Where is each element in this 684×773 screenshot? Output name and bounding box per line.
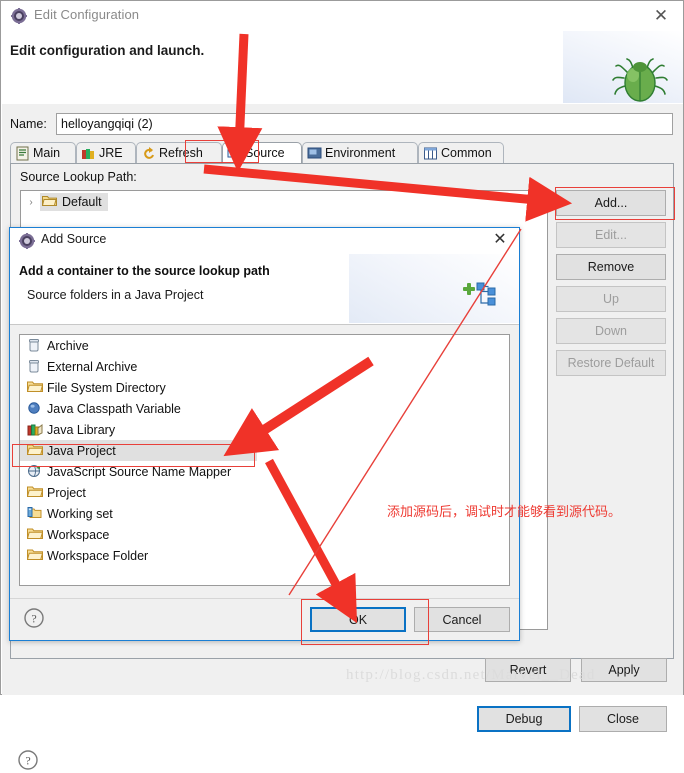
- tree-row[interactable]: › Default: [22, 192, 108, 212]
- refresh-tab-icon: [141, 146, 156, 161]
- window-title: Edit Configuration: [34, 7, 140, 22]
- folder-icon: [26, 380, 47, 396]
- folder-icon: [26, 548, 47, 564]
- javascript-icon: [27, 464, 47, 480]
- list-item-java-project[interactable]: Java Project: [20, 440, 257, 461]
- tab-label: Environment: [325, 146, 396, 160]
- add-source-header: Add a container to the source lookup pat…: [10, 254, 519, 325]
- tab-label: Main: [33, 146, 61, 160]
- source-lookup-path-label: Source Lookup Path:: [20, 170, 137, 184]
- svg-text:?: ?: [25, 754, 30, 768]
- list-item-label: JavaScript Source Name Mapper: [47, 464, 232, 479]
- working-set-icon: [27, 506, 47, 522]
- list-item-label: Archive: [47, 338, 89, 353]
- dialog-header: Edit configuration and launch.: [2, 31, 683, 105]
- tab-source[interactable]: Source: [222, 142, 302, 164]
- close-button[interactable]: Close: [579, 706, 667, 732]
- jre-tab-icon: [81, 146, 96, 161]
- tab-common[interactable]: Common: [418, 142, 504, 164]
- tab-bar: Main JRE Refresh Source Environment Comm…: [10, 142, 674, 164]
- tree-item-default[interactable]: Default: [40, 193, 108, 211]
- list-item[interactable]: External Archive: [20, 356, 509, 377]
- close-icon[interactable]: ✕: [649, 5, 673, 27]
- tab-label: JRE: [99, 146, 123, 160]
- list-item[interactable]: File System Directory: [20, 377, 509, 398]
- list-item[interactable]: JavaScript Source Name Mapper: [20, 461, 509, 482]
- debug-button[interactable]: Debug: [477, 706, 571, 732]
- restore-default-button: Restore Default: [556, 350, 666, 376]
- list-item-label: Workspace Folder: [47, 548, 149, 563]
- tree-item-label: Default: [62, 195, 102, 209]
- list-item[interactable]: Working set: [20, 503, 509, 524]
- list-item-label: Java Library: [47, 422, 116, 437]
- add-source-heading: Add a container to the source lookup pat…: [19, 264, 270, 278]
- remove-button[interactable]: Remove: [556, 254, 666, 280]
- variable-icon: [27, 401, 47, 417]
- list-item[interactable]: Workspace: [20, 524, 509, 545]
- add-button[interactable]: Add...: [556, 190, 666, 216]
- source-tab-icon: [227, 146, 242, 161]
- gear-icon: [19, 233, 35, 249]
- name-row: Name:: [10, 113, 674, 137]
- archive-icon: [27, 338, 47, 354]
- list-item-label: External Archive: [47, 359, 138, 374]
- list-item-label: File System Directory: [47, 380, 166, 395]
- add-container-icon: [463, 277, 497, 309]
- help-icon[interactable]: ?: [18, 750, 38, 770]
- window-titlebar: Edit Configuration ✕: [1, 1, 683, 31]
- green-bug-icon: [611, 58, 669, 108]
- svg-text:?: ?: [31, 612, 36, 626]
- add-source-dialog: Add Source ✕ Add a container to the sour…: [9, 227, 520, 641]
- folder-icon: [26, 527, 47, 543]
- add-source-subheading: Source folders in a Java Project: [27, 288, 204, 302]
- tab-label: Refresh: [159, 146, 203, 160]
- list-item-label: Java Project: [47, 443, 116, 458]
- tab-jre[interactable]: JRE: [76, 142, 136, 164]
- help-icon[interactable]: ?: [24, 608, 44, 628]
- archive-icon: [27, 359, 47, 375]
- edit-configuration-window: Edit Configuration ✕ Edit configuration …: [0, 0, 684, 770]
- add-source-footer: ? OK Cancel: [10, 599, 519, 640]
- page-title: Edit configuration and launch.: [10, 43, 205, 58]
- source-buttons-column: Add... Edit... Remove Up Down Restore De…: [556, 190, 666, 382]
- common-tab-icon: [423, 146, 438, 161]
- chevron-right-icon[interactable]: ›: [22, 197, 40, 208]
- gear-icon: [11, 8, 27, 24]
- down-button: Down: [556, 318, 666, 344]
- source-container-list[interactable]: Archive External Archive File System Dir…: [19, 334, 510, 586]
- folder-icon: [26, 485, 47, 501]
- tab-environment[interactable]: Environment: [302, 142, 418, 164]
- list-item[interactable]: Java Library: [20, 419, 509, 440]
- apply-button[interactable]: Apply: [581, 658, 667, 682]
- environment-tab-icon: [307, 146, 322, 161]
- tab-label: Source: [245, 146, 285, 160]
- library-icon: [27, 422, 47, 438]
- tab-label: Common: [441, 146, 492, 160]
- list-item-label: Working set: [47, 506, 113, 521]
- list-item[interactable]: Workspace Folder: [20, 545, 509, 566]
- name-label: Name:: [10, 117, 47, 131]
- ok-button[interactable]: OK: [310, 607, 406, 632]
- tab-main[interactable]: Main: [10, 142, 76, 164]
- add-source-titlebar: Add Source ✕: [10, 228, 519, 254]
- tab-refresh[interactable]: Refresh: [136, 142, 222, 164]
- list-item-label: Java Classpath Variable: [47, 401, 181, 416]
- list-item-label: Workspace: [47, 527, 110, 542]
- add-source-title: Add Source: [41, 232, 107, 246]
- list-item-label: Project: [47, 485, 86, 500]
- folder-icon: [26, 443, 47, 459]
- folder-icon: [41, 194, 57, 210]
- edit-button: Edit...: [556, 222, 666, 248]
- cancel-button[interactable]: Cancel: [414, 607, 510, 632]
- name-input[interactable]: [56, 113, 673, 135]
- list-item[interactable]: Project: [20, 482, 509, 503]
- revert-button[interactable]: Revert: [485, 658, 571, 682]
- list-item[interactable]: Archive: [20, 335, 509, 356]
- main-tab-icon: [15, 146, 30, 161]
- list-item[interactable]: Java Classpath Variable: [20, 398, 509, 419]
- up-button: Up: [556, 286, 666, 312]
- close-icon[interactable]: ✕: [489, 230, 511, 250]
